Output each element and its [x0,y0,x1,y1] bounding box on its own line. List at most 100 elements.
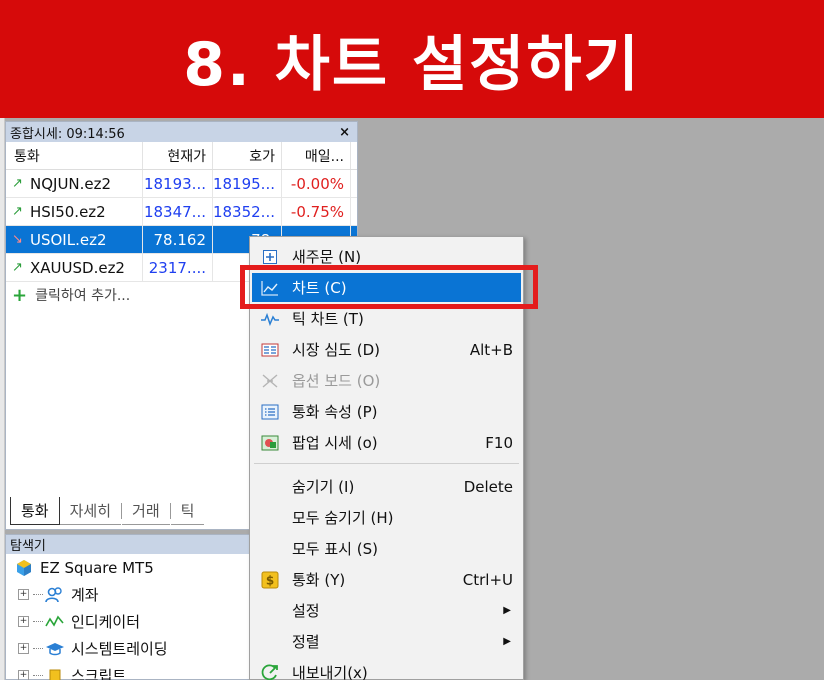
table-row[interactable]: ↗ NQJUN.ez2 18193... 18195... -0.00% [6,170,357,198]
context-menu: 새주문 (N) 차트 (C) 틱 차트 (T) 시장 심도 (D) Alt+B … [249,236,524,680]
symbol-name: HSI50.ez2 [30,202,106,221]
nav-item-expert-advisors[interactable]: + 시스템트레이딩 [6,635,251,662]
submenu-arrow-icon: ▶ [503,605,511,616]
column-symbol[interactable]: 통화 [6,142,143,169]
market-watch-title: 종합시세: 09:14:56 [10,126,125,142]
menu-item-label: 모두 표시 (S) [292,540,378,558]
menu-item-label: 통화 (Y) [292,571,346,589]
add-symbol-label: 클릭하여 추가... [35,288,131,304]
arrow-up-icon: ↗ [12,176,23,191]
menu-item-label: 내보내기(x) [292,664,368,680]
menu-item-shortcut: Alt+B [469,340,513,359]
menu-item-option-board: 옵션 보드 (O) [252,366,521,395]
close-icon[interactable]: × [339,125,353,140]
navigator-header: 탐색기 [6,535,251,554]
nav-item-indicators[interactable]: + 인디케이터 [6,608,251,635]
menu-item-tick-chart[interactable]: 틱 차트 (T) [252,304,521,333]
expand-icon[interactable]: + [18,616,29,627]
menu-item-popup-prices[interactable]: 팝업 시세 (o) F10 [252,428,521,457]
market-watch-tabs: 통화 자세히 거래 틱 [10,497,205,525]
chart-icon [260,278,280,298]
menu-item-label: 정렬 [292,633,320,651]
change-value: -0.75% [282,198,351,225]
ask-value: 18352... [213,198,282,225]
expand-icon[interactable]: + [18,670,29,680]
menu-item-shortcut: Delete [463,477,513,496]
nav-item-label: 계좌 [71,586,99,604]
menu-item-settings[interactable]: 설정 ▶ [252,596,521,625]
accounts-icon [45,586,65,604]
column-daily-change[interactable]: 매일... [282,142,351,169]
change-value: -0.00% [282,170,351,197]
nav-item-broker[interactable]: EZ Square MT5 [6,554,251,581]
table-row[interactable]: ↗ HSI50.ez2 18347... 18352... -0.75% [6,198,357,226]
properties-icon [260,402,280,422]
expand-icon[interactable]: + [18,643,29,654]
script-icon [45,667,65,680]
menu-item-market-depth[interactable]: 시장 심도 (D) Alt+B [252,335,521,364]
indicators-icon [45,613,65,631]
tab-symbols[interactable]: 통화 [10,497,60,525]
menu-item-chart[interactable]: 차트 (C) [252,273,521,302]
menu-item-hide-all[interactable]: 모두 숨기기 (H) [252,503,521,532]
svg-text:$: $ [266,573,274,587]
nav-item-label: 인디케이터 [71,613,141,631]
ask-value: 18195... [213,170,282,197]
nav-item-label: EZ Square MT5 [40,558,154,577]
menu-item-label: 틱 차트 (T) [292,310,364,328]
export-icon [260,663,280,680]
tab-trading[interactable]: 거래 [122,497,170,525]
menu-item-symbols[interactable]: $ 통화 (Y) Ctrl+U [252,565,521,594]
tick-chart-icon [260,309,280,329]
nav-item-scripts[interactable]: + 스크립트 [6,662,251,680]
menu-item-export[interactable]: 내보내기(x) [252,658,521,680]
arrow-up-icon: ↗ [12,204,23,219]
market-watch-header: 종합시세: 09:14:56 × [6,122,357,142]
menu-item-label: 차트 (C) [292,279,347,297]
symbol-name: NQJUN.ez2 [30,174,112,193]
menu-item-label: 옵션 보드 (O) [292,372,381,390]
menu-item-sort[interactable]: 정렬 ▶ [252,627,521,656]
depth-icon [260,340,280,360]
nav-item-accounts[interactable]: + 계좌 [6,581,251,608]
symbol-name: USOIL.ez2 [30,230,107,249]
option-board-icon [260,371,280,391]
menu-item-label: 설정 [292,602,320,620]
menu-item-hide[interactable]: 숨기기 (I) Delete [252,472,521,501]
tab-details[interactable]: 자세히 [59,497,122,525]
new-order-icon [260,247,280,267]
plus-icon: + [12,284,28,306]
navigator-panel: 탐색기 EZ Square MT5 + 계좌 + 인디케이터 + 시스템트레이딩… [5,534,252,680]
menu-item-label: 새주문 (N) [292,248,362,266]
bid-value: 2317.... [143,254,213,281]
title-banner: 8. 차트 설정하기 [0,0,824,118]
column-bid[interactable]: 현재가 [143,142,213,169]
banner-title: 8. 차트 설정하기 [183,29,641,100]
bid-value: 18347... [143,198,213,225]
menu-item-label: 팝업 시세 (o) [292,434,378,452]
menu-separator [254,463,519,464]
currency-icon: $ [260,570,280,590]
arrow-down-icon: ↘ [12,232,23,247]
column-ask[interactable]: 호가 [213,142,282,169]
menu-item-show-all[interactable]: 모두 표시 (S) [252,534,521,563]
broker-logo-icon [14,559,34,577]
arrow-up-icon: ↗ [12,260,23,275]
column-headers: 통화 현재가 호가 매일... [6,142,357,170]
symbol-name: XAUUSD.ez2 [30,258,125,277]
menu-item-label: 통화 속성 (P) [292,403,378,421]
expand-icon[interactable]: + [18,589,29,600]
navigator-title: 탐색기 [10,539,46,554]
menu-item-shortcut: Ctrl+U [462,570,513,589]
tab-ticks[interactable]: 틱 [170,497,205,525]
menu-item-new-order[interactable]: 새주문 (N) [252,242,521,271]
graduation-cap-icon [45,640,65,658]
submenu-arrow-icon: ▶ [503,636,511,647]
menu-item-label: 숨기기 (I) [292,478,355,496]
menu-item-shortcut: F10 [485,433,513,452]
bid-value: 18193... [143,170,213,197]
menu-item-symbol-properties[interactable]: 통화 속성 (P) [252,397,521,426]
nav-item-label: 시스템트레이딩 [71,640,168,658]
bid-value: 78.162 [143,226,213,253]
nav-item-label: 스크립트 [71,667,127,680]
